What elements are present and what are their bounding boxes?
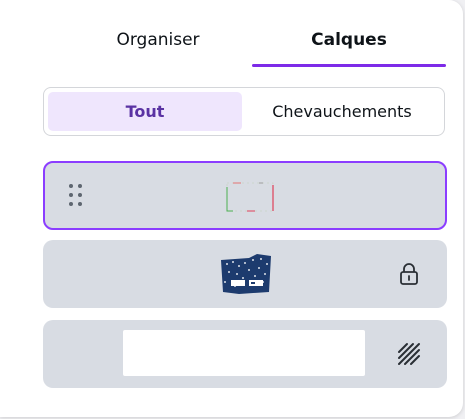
layer-item-image[interactable] — [43, 240, 447, 308]
lock-icon[interactable] — [398, 262, 420, 286]
layer-item-background[interactable] — [43, 320, 447, 388]
transparency-pattern-icon — [398, 343, 420, 365]
filter-chevauchements-button[interactable]: Chevauchements — [244, 92, 440, 131]
layer-thumbnail-background — [123, 330, 365, 376]
tab-calques[interactable]: Calques — [252, 30, 446, 66]
layer-item-graphic[interactable] — [43, 161, 447, 230]
layer-filter-toggle: Tout Chevauchements — [43, 87, 445, 136]
filter-tout-button[interactable]: Tout — [48, 92, 242, 131]
layer-thumbnail-frame — [226, 182, 274, 212]
layer-thumbnail-image — [221, 254, 271, 294]
active-tab-indicator — [252, 64, 446, 67]
layers-panel: Organiser Calques Tout Chevauchements — [0, 0, 463, 417]
tab-organiser[interactable]: Organiser — [98, 30, 218, 66]
panel-tabs: Organiser Calques — [40, 30, 450, 70]
drag-handle-icon[interactable] — [69, 184, 85, 208]
